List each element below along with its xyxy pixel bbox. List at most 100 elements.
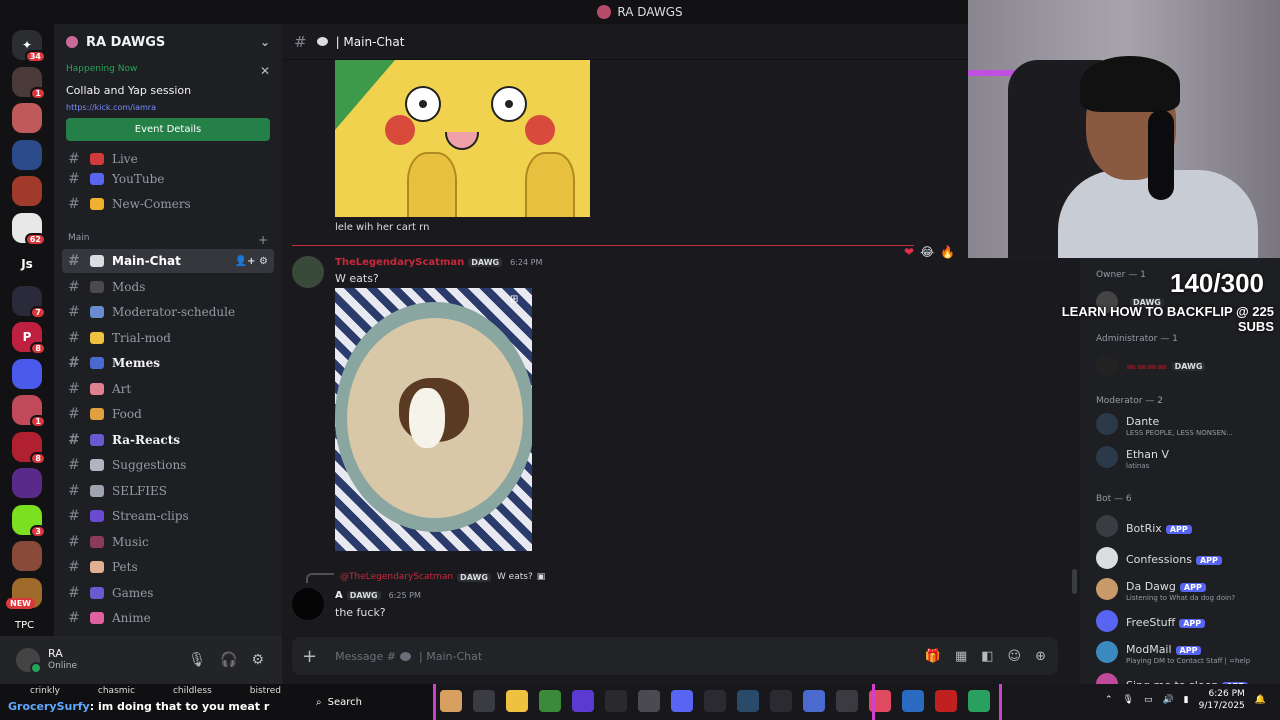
discord-icon[interactable] [671,690,693,712]
gift-icon[interactable]: 🎁 [925,649,941,664]
hash-icon: # [68,304,80,320]
member-bot[interactable]: Da Dawg APP Listening to What da dog doin? [1096,575,1276,603]
steam-icon[interactable] [737,690,759,712]
gamepad-icon[interactable] [803,690,825,712]
avatar[interactable] [292,256,324,288]
event-details-button[interactable]: Event Details [66,118,270,141]
server-icon-server-6[interactable]: 62 [12,212,46,246]
channel-music[interactable]: # Music [62,530,274,554]
channel-anime[interactable]: # Anime [62,606,274,630]
tpc-label[interactable]: TPC [15,620,34,631]
channel-food[interactable]: # Food [62,402,274,426]
member-bot[interactable]: ModMail APP Playing DM to Contact Staff | … [1096,638,1276,666]
member-bot[interactable]: BotRix APP [1096,512,1276,540]
server-icon-server-3[interactable] [12,103,42,133]
vscode-icon[interactable] [572,690,594,712]
channel-youtube[interactable]: # YouTube [62,167,274,191]
folder-icon[interactable] [506,690,528,712]
owner-header: Owner — 1 [1096,270,1146,280]
message-author[interactable]: TheLegendaryScatman [335,257,464,268]
member-bot[interactable]: Confessions APP [1096,544,1276,572]
clock[interactable]: 6:26 PM 9/17/2025 [1199,688,1245,712]
channel-selfies[interactable]: # SELFIES [62,479,274,503]
scrollbar[interactable] [1072,569,1077,594]
channel-trial-mod[interactable]: # Trial-mod [62,326,274,350]
chevron-up-icon[interactable]: ⌃ [1105,695,1113,705]
event-banner: Happening Now ✕ Collab and Yap session ht… [54,60,282,152]
obs-icon[interactable] [638,690,660,712]
member-admin[interactable]: ▬▬▬▬ DAWG [1096,352,1276,380]
avatar[interactable] [292,588,324,620]
member-bot[interactable]: FreeStuff APP [1096,607,1276,635]
channel-pets[interactable]: # Pets [62,555,274,579]
pikachu-image[interactable] [335,60,590,217]
channel-main-chat[interactable]: # Main-Chat 👤+ ⚙ [62,249,274,273]
headphones-icon[interactable]: 🎧 [220,652,237,668]
channel-settings-icon[interactable]: 👤+ ⚙ [235,256,268,267]
channel-new-comers[interactable]: # New-Comers [62,192,274,216]
channel-ra-reacts[interactable]: # Ra-Reacts [62,428,274,452]
server-icon-server-13[interactable] [12,468,42,498]
sticker-icon[interactable]: ◧ [981,649,993,664]
channel-stream-clips[interactable]: # Stream-clips [62,504,274,528]
battery-icon[interactable]: ▮ [1184,695,1189,705]
laugh-reaction[interactable]: 😂 [920,245,934,259]
channel-emoji-icon [90,612,104,624]
server-icon-server-4[interactable] [12,139,42,170]
chevron-down-icon[interactable]: ⌄ [260,35,270,49]
epic-games-icon[interactable] [704,690,726,712]
food-image[interactable]: ⊞ [335,288,532,551]
chat-area: # | Main-Chat lele wih her cart rn ❤ 😂 🔥… [282,24,1077,684]
reply-preview[interactable]: @TheLegendaryScatman DAWG W eats? ▣ [340,572,545,582]
close-icon[interactable]: ✕ [260,64,270,78]
fire-reaction[interactable]: 🔥 [940,245,955,259]
capcut-icon[interactable] [605,690,627,712]
volume-icon[interactable]: 🔊 [1162,695,1173,705]
add-channel-icon[interactable]: + [258,233,268,247]
emoji-icon[interactable]: ☺ [1008,649,1022,664]
gif-icon[interactable]: ▦ [955,649,967,664]
server-icon-server-js[interactable]: Js [12,249,42,279]
message-input[interactable]: + Message # | Main-Chat 🎁 ▦ ◧ ☺ ⊕ [292,637,1058,675]
apps-icon[interactable]: ⊕ [1035,649,1046,664]
search-box[interactable]: ⌕ Search [316,692,426,712]
message-author[interactable]: A [335,590,343,601]
server-icon-server-14[interactable]: 3 [12,504,46,538]
file-explorer-icon[interactable] [440,690,462,712]
server-icon-server-p[interactable]: P8 [12,322,46,355]
reply-text: W eats? [496,572,533,582]
server-icon-server-2[interactable]: 1 [12,66,46,100]
image-options-icon[interactable]: ⊞ [510,294,524,308]
channel-art[interactable]: # Art [62,377,274,401]
chrome-icon[interactable] [539,690,561,712]
microphone-icon[interactable]: 🎙 [188,652,206,668]
settings-icon[interactable] [836,690,858,712]
channel-mods[interactable]: # Mods [62,275,274,299]
heart-reaction[interactable]: ❤ [904,245,914,259]
gear-icon[interactable]: ⚙ [251,652,264,668]
server-icon-server-5[interactable] [12,176,42,206]
server-icon-discord-home[interactable]: ✦ 34 [12,30,46,63]
server-icon-server-11[interactable]: 1 [12,395,46,428]
server-header[interactable]: RA DAWGS ⌄ [54,24,282,60]
avatar[interactable] [16,648,42,674]
microphone-icon[interactable]: 🎙 [1123,695,1134,705]
channel-games[interactable]: # Games [62,581,274,605]
notification-icon[interactable]: 🔔 [1255,695,1266,705]
server-icon-server-15[interactable] [12,541,42,571]
category-main[interactable]: Main + [68,233,268,247]
task-view-icon[interactable] [473,690,495,712]
server-icon-server-8[interactable]: 7 [12,285,46,319]
add-attachment-icon[interactable]: + [302,646,317,667]
server-icon-server-12[interactable]: 8 [12,431,46,465]
chat-viewer-name: crinkly [30,686,60,696]
event-url[interactable]: https://kick.com/iamra [66,103,270,112]
channel-moderator-schedule[interactable]: # Moderator-schedule [62,300,274,324]
server-icon-server-10[interactable] [12,358,42,389]
channel-memes[interactable]: # Memes [62,351,274,375]
network-icon[interactable]: ▭ [1144,695,1153,705]
member-moderator[interactable]: Ethan Vlatinas [1096,443,1276,471]
channel-suggestions[interactable]: # Suggestions [62,453,274,477]
app-icon[interactable] [770,690,792,712]
member-moderator[interactable]: Dante LESS PEOPLE, LESS NONSEN... [1096,410,1276,438]
